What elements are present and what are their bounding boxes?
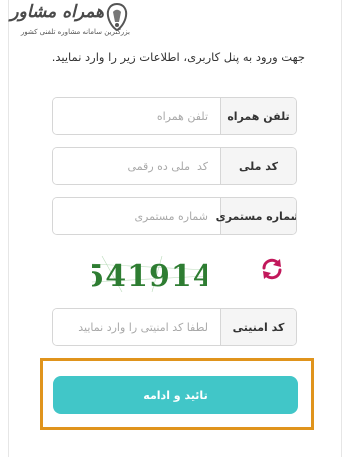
logo-name: همراه مشاور: [10, 2, 104, 22]
intro-text: جهت ورود به پنل کاربری، اطلاعات زیر را و…: [51, 50, 305, 64]
security-code-label: کد امنیتی: [220, 309, 296, 345]
national-id-input[interactable]: [53, 148, 220, 184]
security-code-input[interactable]: [53, 309, 220, 345]
phone-label: تلفن همراه: [220, 98, 296, 134]
customer-number-row: شماره مستمری: [52, 197, 297, 235]
customer-number-label: شماره مستمری: [216, 198, 296, 234]
national-id-row: کد ملی: [52, 147, 297, 185]
national-id-label: کد ملی: [220, 148, 296, 184]
phone-row: تلفن همراه: [52, 97, 297, 135]
customer-number-input[interactable]: [53, 198, 220, 234]
captcha-code: 541914: [92, 259, 207, 292]
security-code-row: کد امنیتی: [52, 308, 297, 346]
logo-tagline: بزرگترین سامانه مشاوره تلفنی کشور: [20, 28, 130, 36]
phone-input[interactable]: [53, 98, 220, 134]
refresh-captcha-icon[interactable]: [259, 256, 285, 282]
captcha-image: 541914: [92, 256, 207, 292]
site-logo: همراه مشاور بزرگترین سامانه مشاوره تلفنی…: [0, 0, 130, 46]
submit-button[interactable]: تائید و ادامه: [53, 376, 298, 414]
